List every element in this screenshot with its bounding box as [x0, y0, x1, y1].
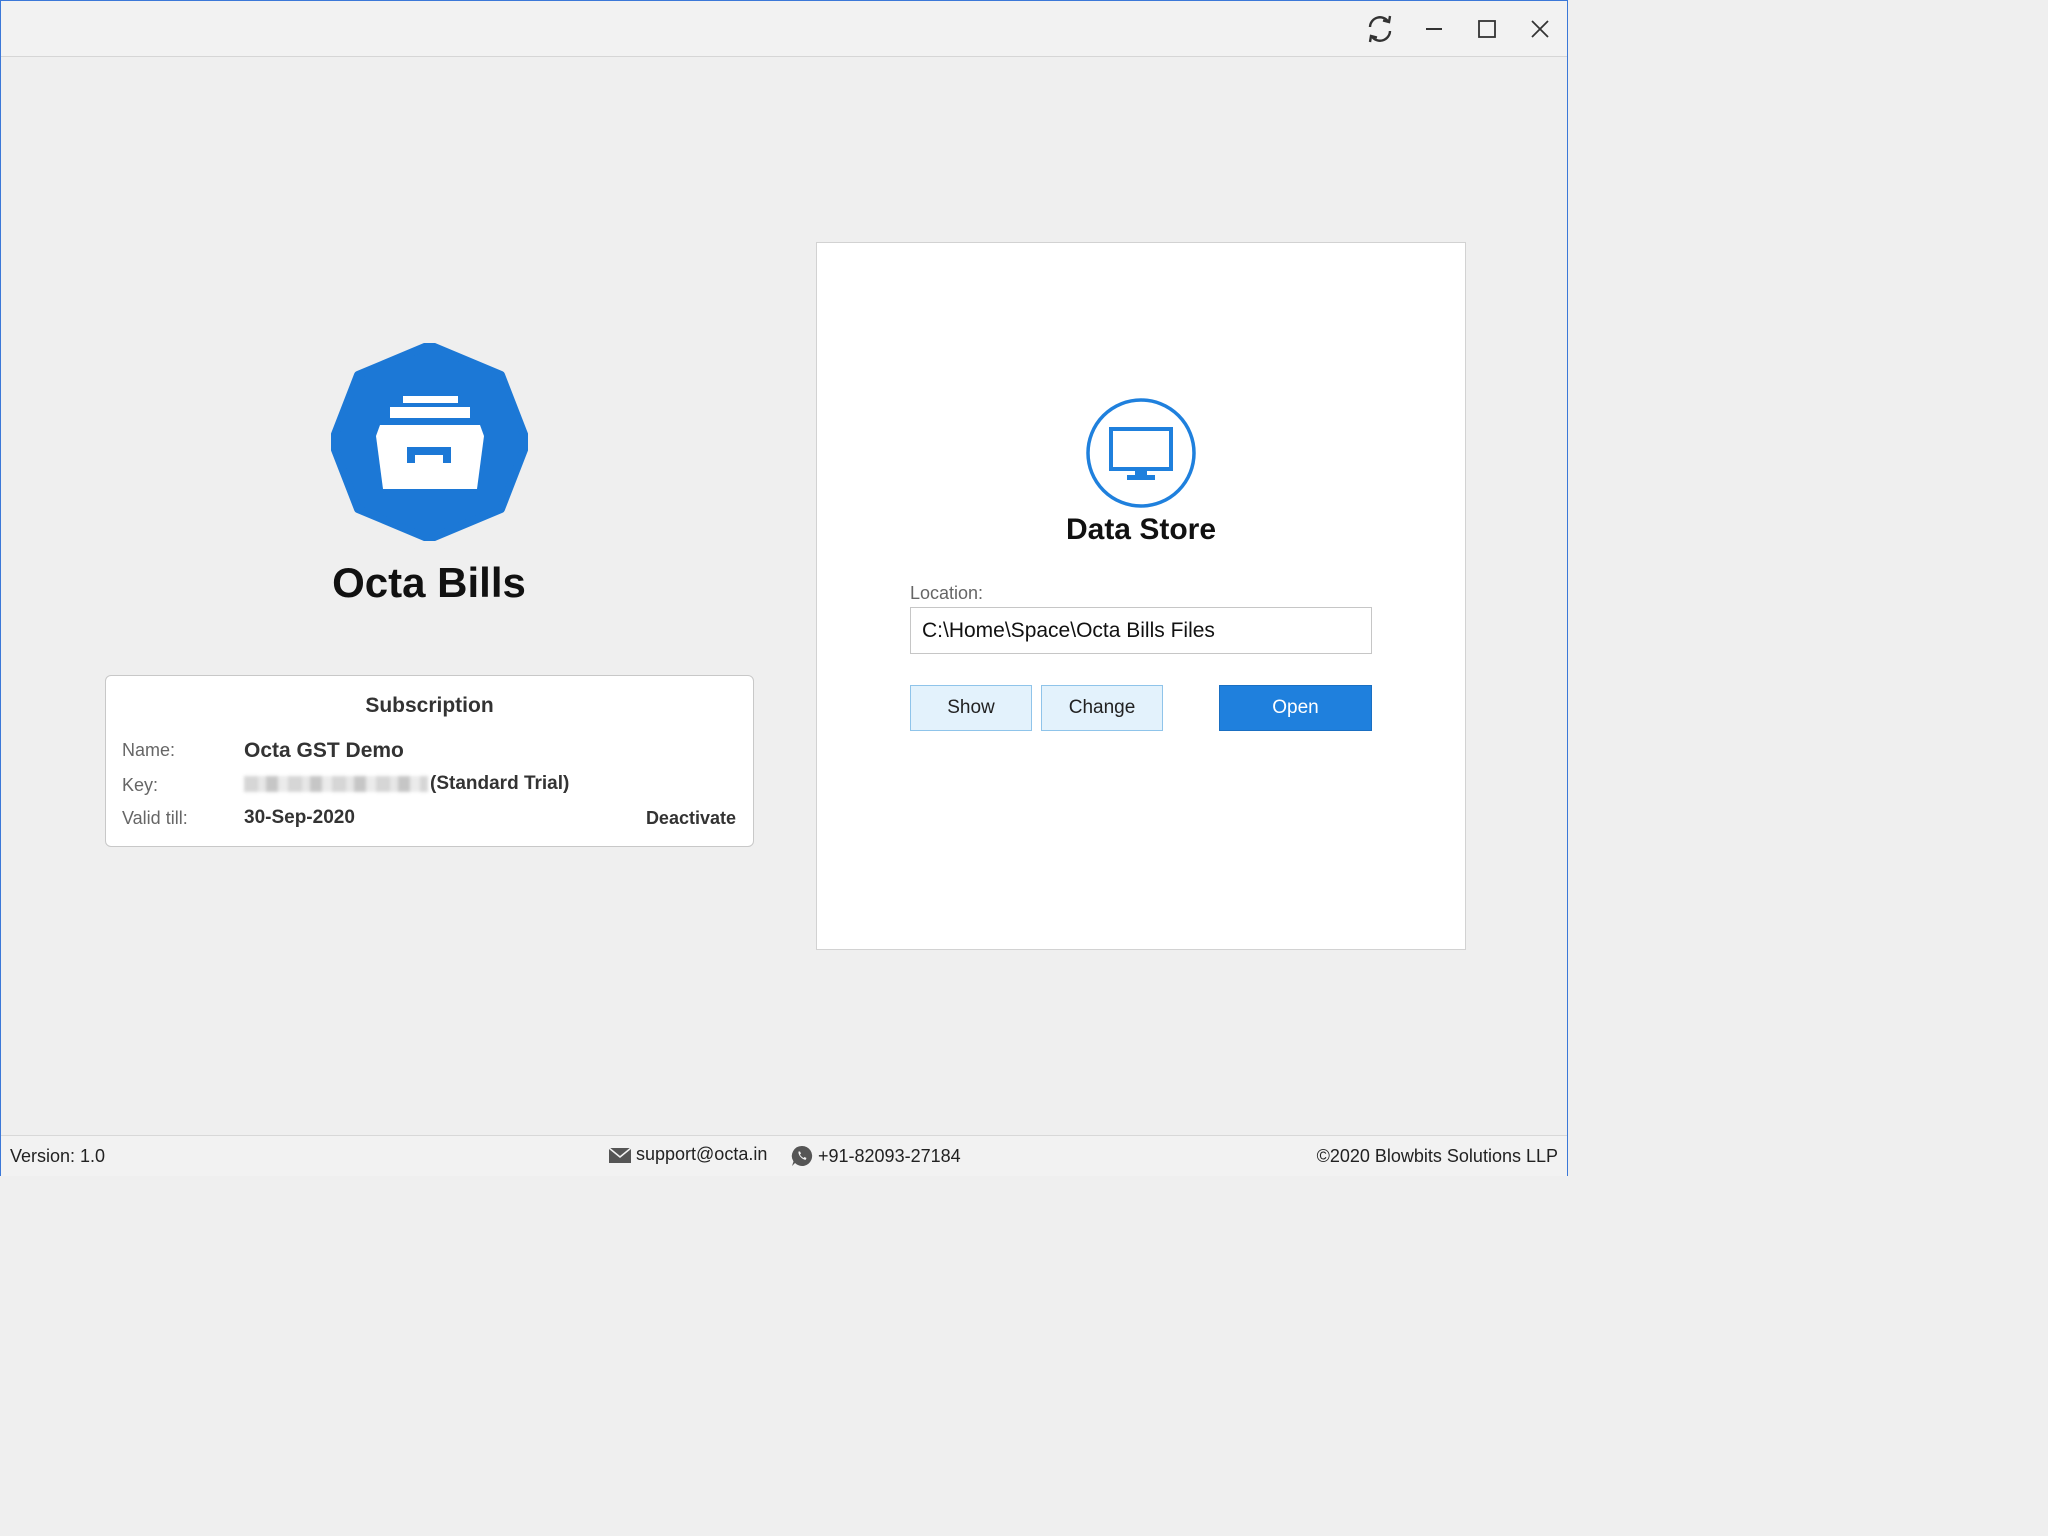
- minimize-button[interactable]: [1407, 1, 1461, 57]
- app-name: Octa Bills: [332, 559, 526, 606]
- subscription-card: Subscription Name: Octa GST Demo Key: (S…: [105, 675, 754, 847]
- monitor-icon: [1086, 398, 1196, 508]
- title-bar: [1, 1, 1567, 57]
- version-label: Version: 1.0: [10, 1146, 106, 1166]
- support-email[interactable]: support@octa.in: [608, 1144, 767, 1165]
- app-window: Octa Bills Subscription Name: Octa GST D…: [0, 0, 1568, 1176]
- copyright-text: ©2020 Blowbits Solutions LLP: [1317, 1146, 1558, 1167]
- location-input[interactable]: [910, 607, 1372, 654]
- whatsapp-icon: [791, 1145, 813, 1166]
- valid-till-label: Valid till:: [122, 808, 188, 828]
- support-phone[interactable]: +91-82093-27184: [790, 1144, 961, 1168]
- archive-box-icon: [328, 341, 531, 543]
- maximize-button[interactable]: [1460, 1, 1514, 57]
- refresh-icon: [1368, 15, 1392, 43]
- key-value: (Standard Trial): [244, 773, 569, 795]
- data-store-title: Data Store: [1065, 513, 1217, 546]
- key-plan: (Standard Trial): [430, 773, 570, 794]
- deactivate-link[interactable]: Deactivate: [646, 808, 736, 829]
- copyright-label: ©2020 Blowbits Solutions LLP: [1316, 1146, 1558, 1166]
- phone-text: +91-82093-27184: [818, 1145, 961, 1166]
- key-label: Key:: [122, 775, 159, 795]
- refresh-button[interactable]: [1353, 1, 1407, 57]
- data-store-card: Data Store Location: Show Change Open: [816, 242, 1466, 950]
- key-redacted: [244, 775, 428, 792]
- name-label: Name:: [122, 740, 176, 760]
- status-bar: Version: 1.0 support@octa.in +91-82093-2…: [1, 1135, 1567, 1176]
- version-text: Version: 1.0: [10, 1146, 105, 1167]
- close-icon: [1531, 20, 1549, 38]
- change-button[interactable]: Change: [1041, 685, 1163, 731]
- subscription-title: Subscription: [365, 694, 494, 717]
- show-button[interactable]: Show: [910, 685, 1032, 731]
- email-text: support@octa.in: [636, 1144, 768, 1164]
- app-logo: [328, 341, 531, 543]
- open-button[interactable]: Open: [1219, 685, 1372, 731]
- name-value: Octa GST Demo: [244, 739, 404, 762]
- maximize-icon: [1478, 20, 1496, 38]
- minimize-icon: [1426, 28, 1442, 30]
- close-button[interactable]: [1513, 1, 1567, 57]
- valid-till-value: 30-Sep-2020: [244, 807, 355, 828]
- mail-icon: [608, 1146, 632, 1163]
- location-label: Location:: [910, 583, 984, 603]
